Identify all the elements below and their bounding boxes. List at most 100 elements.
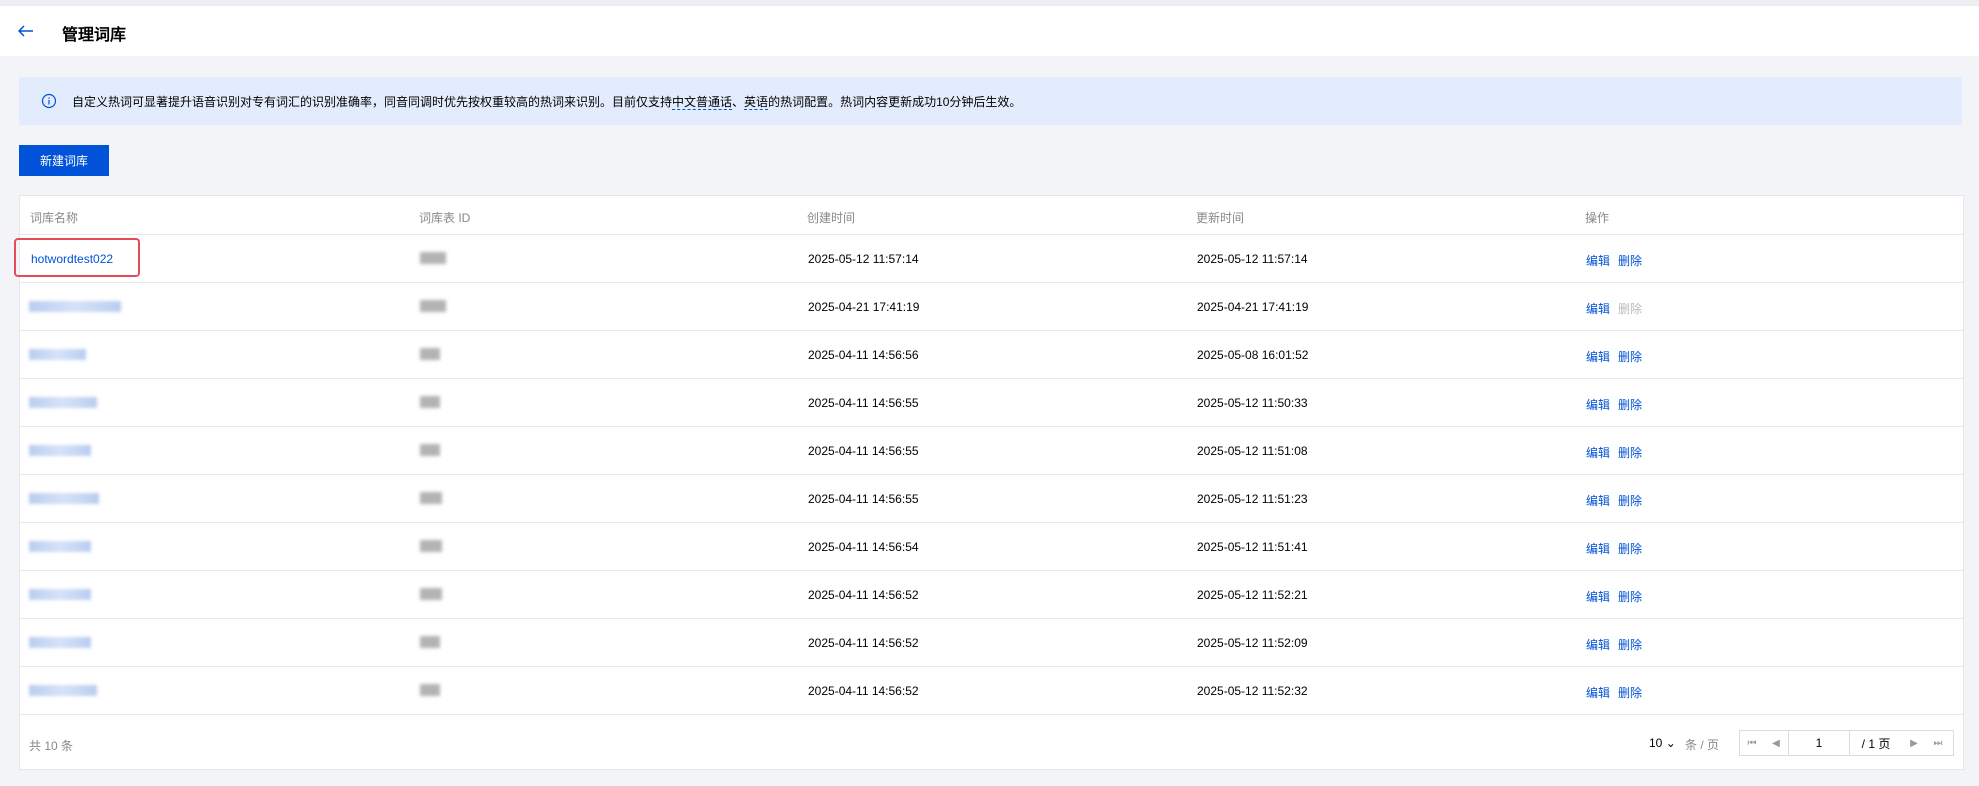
delete-button[interactable]: 删除 bbox=[1618, 396, 1642, 413]
redacted-lexicon-id bbox=[420, 396, 440, 408]
notice-lang-english: 英语 bbox=[744, 95, 769, 110]
col-header-updated: 更新时间 bbox=[1196, 211, 1245, 225]
updated-time: 2025-04-21 17:41:19 bbox=[1197, 300, 1309, 314]
delete-button[interactable]: 删除 bbox=[1618, 492, 1642, 509]
col-header-id: 词库表 ID bbox=[419, 211, 471, 225]
created-time: 2025-04-11 14:56:55 bbox=[808, 492, 919, 506]
table-row: 2025-04-11 14:56:52 2025-05-12 11:52:32 编辑… bbox=[20, 667, 1963, 715]
edit-button[interactable]: 编辑 bbox=[1586, 636, 1610, 653]
table-row: 2025-04-21 17:41:19 2025-04-21 17:41:19 编辑… bbox=[20, 283, 1963, 331]
updated-time: 2025-05-08 16:01:52 bbox=[1197, 348, 1309, 362]
redacted-lexicon-id bbox=[420, 300, 446, 312]
delete-button[interactable]: 删除 bbox=[1618, 252, 1642, 269]
delete-button[interactable]: 删除 bbox=[1618, 684, 1642, 701]
created-time: 2025-04-21 17:41:19 bbox=[808, 300, 920, 314]
created-time: 2025-04-11 14:56:56 bbox=[808, 348, 919, 362]
table-row: 2025-04-11 14:56:55 2025-05-12 11:51:23 编辑… bbox=[20, 475, 1963, 523]
page-number-input[interactable]: 1 bbox=[1788, 731, 1850, 755]
redacted-lexicon-id bbox=[420, 540, 442, 552]
table-row: 2025-04-11 14:56:52 2025-05-12 11:52:21 编辑… bbox=[20, 571, 1963, 619]
edit-button[interactable]: 编辑 bbox=[1586, 444, 1610, 461]
edit-button[interactable]: 编辑 bbox=[1586, 252, 1610, 269]
redacted-lexicon-name[interactable] bbox=[29, 541, 91, 552]
per-page-label: 条 / 页 bbox=[1685, 738, 1720, 752]
created-time: 2025-04-11 14:56:54 bbox=[808, 540, 919, 554]
table-row: 2025-04-11 14:56:55 2025-05-12 11:50:33 编辑… bbox=[20, 379, 1963, 427]
redacted-lexicon-id bbox=[420, 492, 442, 504]
delete-button[interactable]: 删除 bbox=[1618, 588, 1642, 605]
edit-button[interactable]: 编辑 bbox=[1586, 300, 1610, 317]
table-row: hotwordtest022 2025-05-12 11:57:14 2025-05… bbox=[20, 235, 1963, 283]
notice-separator: 、 bbox=[732, 95, 745, 109]
redacted-lexicon-name[interactable] bbox=[29, 301, 121, 312]
delete-button: 删除 bbox=[1618, 302, 1643, 316]
updated-time: 2025-05-12 11:50:33 bbox=[1197, 396, 1308, 410]
updated-time: 2025-05-12 11:52:09 bbox=[1197, 636, 1308, 650]
notice-text-after: 的热词配置。热词内容更新成功10分钟后生效。 bbox=[768, 95, 1022, 109]
redacted-lexicon-id bbox=[420, 684, 440, 696]
page-title: 管理词库 bbox=[62, 27, 127, 44]
delete-button[interactable]: 删除 bbox=[1618, 540, 1642, 557]
last-page-icon[interactable]: ⏭ bbox=[1926, 731, 1950, 755]
table-row: 2025-04-11 14:56:52 2025-05-12 11:52:09 编辑… bbox=[20, 619, 1963, 667]
prev-page-icon[interactable]: ◀ bbox=[1764, 731, 1788, 755]
delete-button[interactable]: 删除 bbox=[1618, 636, 1642, 653]
first-page-icon[interactable]: ⏮ bbox=[1740, 731, 1764, 755]
redacted-lexicon-name[interactable] bbox=[29, 685, 97, 696]
edit-button[interactable]: 编辑 bbox=[1586, 396, 1610, 413]
col-header-created: 创建时间 bbox=[807, 211, 856, 225]
updated-time: 2025-05-12 11:57:14 bbox=[1197, 252, 1308, 266]
page-size-value: 10 bbox=[1649, 736, 1663, 750]
updated-time: 2025-05-12 11:51:08 bbox=[1197, 444, 1308, 458]
col-header-name: 词库名称 bbox=[30, 211, 79, 225]
notice-text-before: 自定义热词可显著提升语音识别对专有词汇的识别准确率，同音同调时优先按权重较高的热… bbox=[72, 95, 673, 109]
edit-button[interactable]: 编辑 bbox=[1586, 684, 1610, 701]
created-time: 2025-04-11 14:56:55 bbox=[808, 396, 919, 410]
table-header: 词库名称 词库表 ID 创建时间 更新时间 操作 bbox=[20, 196, 1963, 235]
pager: ⏮ ◀ 1 / 1 页 ▶ ⏭ bbox=[1739, 730, 1954, 756]
lexicon-name-link[interactable]: hotwordtest022 bbox=[31, 252, 113, 266]
redacted-lexicon-id bbox=[420, 252, 446, 264]
total-pages: / 1 页 bbox=[1861, 736, 1891, 751]
updated-time: 2025-05-12 11:52:21 bbox=[1197, 588, 1308, 602]
redacted-lexicon-name[interactable] bbox=[29, 637, 91, 648]
back-arrow-icon[interactable] bbox=[18, 25, 34, 37]
total-count: 共 10 条 bbox=[29, 739, 74, 753]
created-time: 2025-04-11 14:56:52 bbox=[808, 588, 919, 602]
create-lexicon-button[interactable]: 新建词库 bbox=[19, 145, 109, 176]
edit-button[interactable]: 编辑 bbox=[1586, 588, 1610, 605]
redacted-lexicon-id bbox=[420, 588, 442, 600]
delete-button[interactable]: 删除 bbox=[1618, 444, 1642, 461]
created-time: 2025-04-11 14:56:52 bbox=[808, 636, 919, 650]
redacted-lexicon-id bbox=[420, 348, 440, 360]
redacted-lexicon-name[interactable] bbox=[29, 589, 91, 600]
updated-time: 2025-05-12 11:52:32 bbox=[1197, 684, 1308, 698]
page-size-select[interactable]: 10 ⌄ bbox=[1649, 736, 1676, 750]
pagination-bar: 共 10 条 10 ⌄ 条 / 页 ⏮ ◀ 1 / 1 页 ▶ ⏭ bbox=[20, 717, 1963, 769]
info-icon bbox=[41, 93, 57, 109]
info-notice: 自定义热词可显著提升语音识别对专有词汇的识别准确率，同音同调时优先按权重较高的热… bbox=[19, 77, 1962, 125]
notice-text: 自定义热词可显著提升语音识别对专有词汇的识别准确率，同音同调时优先按权重较高的热… bbox=[72, 93, 1021, 110]
table-row: 2025-04-11 14:56:56 2025-05-08 16:01:52 编辑… bbox=[20, 331, 1963, 379]
created-time: 2025-04-11 14:56:52 bbox=[808, 684, 919, 698]
redacted-lexicon-name[interactable] bbox=[29, 493, 99, 504]
chevron-down-icon: ⌄ bbox=[1665, 736, 1676, 750]
delete-button[interactable]: 删除 bbox=[1618, 348, 1642, 365]
updated-time: 2025-05-12 11:51:23 bbox=[1197, 492, 1308, 506]
edit-button[interactable]: 编辑 bbox=[1586, 492, 1610, 509]
page-header: 管理词库 bbox=[0, 6, 1979, 56]
next-page-icon[interactable]: ▶ bbox=[1902, 731, 1926, 755]
table-row: 2025-04-11 14:56:54 2025-05-12 11:51:41 编辑… bbox=[20, 523, 1963, 571]
created-time: 2025-05-12 11:57:14 bbox=[808, 252, 919, 266]
edit-button[interactable]: 编辑 bbox=[1586, 540, 1610, 557]
redacted-lexicon-name[interactable] bbox=[29, 349, 86, 360]
created-time: 2025-04-11 14:56:55 bbox=[808, 444, 919, 458]
redacted-lexicon-name[interactable] bbox=[29, 397, 97, 408]
redacted-lexicon-name[interactable] bbox=[29, 445, 91, 456]
table-row: 2025-04-11 14:56:55 2025-05-12 11:51:08 编辑… bbox=[20, 427, 1963, 475]
redacted-lexicon-id bbox=[420, 444, 440, 456]
redacted-lexicon-id bbox=[420, 636, 440, 648]
edit-button[interactable]: 编辑 bbox=[1586, 348, 1610, 365]
col-header-actions: 操作 bbox=[1585, 211, 1610, 225]
updated-time: 2025-05-12 11:51:41 bbox=[1197, 540, 1308, 554]
